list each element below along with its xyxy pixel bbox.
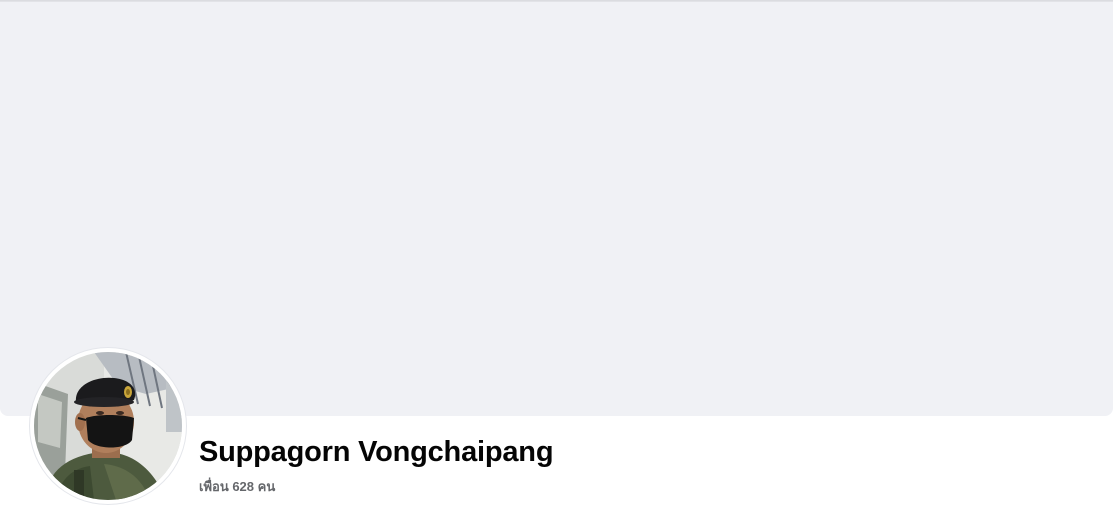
profile-page: Suppagorn Vongchaipang เพื่อน 628 คน [0,0,1113,521]
profile-photo-image [34,352,182,500]
friends-count[interactable]: เพื่อน 628 คน [199,476,275,497]
profile-picture-frame[interactable] [30,348,186,504]
profile-name: Suppagorn Vongchaipang [199,436,554,468]
profile-picture[interactable] [34,352,182,500]
cover-photo-area[interactable] [0,2,1113,416]
